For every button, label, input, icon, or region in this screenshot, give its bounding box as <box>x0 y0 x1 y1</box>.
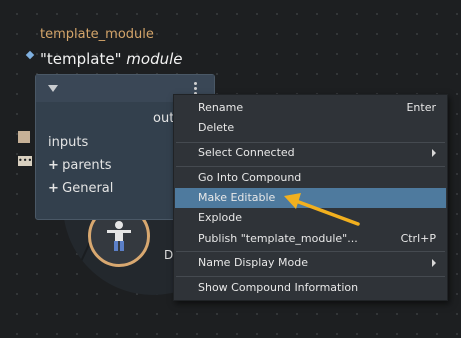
annotation-arrow <box>284 193 360 226</box>
